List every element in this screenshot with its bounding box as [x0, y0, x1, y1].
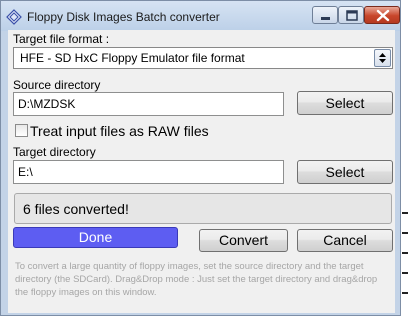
- source-directory-input[interactable]: [14, 93, 283, 115]
- source-directory-field[interactable]: [13, 92, 284, 116]
- minimize-icon: [321, 17, 330, 20]
- source-directory-label: Source directory: [13, 78, 101, 92]
- background-tick: [402, 252, 408, 254]
- maximize-button[interactable]: [338, 6, 364, 24]
- background-tick: [402, 232, 408, 234]
- minimize-button[interactable]: [312, 6, 338, 24]
- background-tick: [402, 272, 408, 274]
- done-button[interactable]: Done: [13, 227, 178, 248]
- title-bar[interactable]: Floppy Disk Images Batch converter: [1, 1, 400, 31]
- status-message: 6 files converted!: [23, 201, 129, 217]
- target-format-label: Target file format :: [13, 32, 110, 46]
- source-select-button[interactable]: Select: [297, 91, 393, 115]
- dialog-body: Target file format : HFE - SD HxC Floppy…: [8, 30, 395, 313]
- raw-files-label: Treat input files as RAW files: [30, 123, 209, 139]
- target-directory-field[interactable]: [13, 160, 284, 184]
- dropdown-arrow-icon[interactable]: [374, 49, 391, 67]
- target-directory-label: Target directory: [13, 145, 96, 159]
- status-box: 6 files converted!: [14, 193, 392, 224]
- background-tick: [402, 212, 408, 214]
- floppy-app-icon: [6, 9, 22, 25]
- close-icon: [376, 9, 390, 22]
- cancel-button[interactable]: Cancel: [297, 229, 393, 252]
- maximize-icon: [346, 10, 358, 21]
- convert-button[interactable]: Convert: [199, 229, 288, 252]
- raw-files-checkbox[interactable]: [15, 124, 28, 137]
- target-format-select[interactable]: HFE - SD HxC Floppy Emulator file format: [13, 47, 393, 69]
- converter-window: Floppy Disk Images Batch converter Targe…: [0, 0, 401, 316]
- help-text: To convert a large quantity of floppy im…: [15, 261, 378, 298]
- close-button[interactable]: [364, 6, 400, 24]
- target-format-value: HFE - SD HxC Floppy Emulator file format: [20, 51, 245, 65]
- window-title: Floppy Disk Images Batch converter: [27, 10, 220, 24]
- background-window-edge: [400, 0, 408, 316]
- target-select-button[interactable]: Select: [297, 160, 393, 184]
- target-directory-input[interactable]: [14, 161, 283, 183]
- background-tick: [402, 292, 408, 294]
